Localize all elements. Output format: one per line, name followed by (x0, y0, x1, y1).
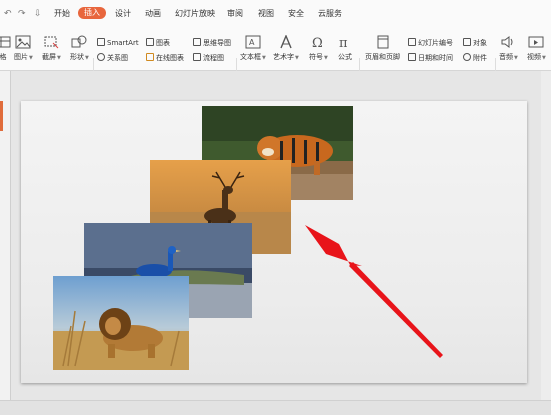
picture-button[interactable]: 图片▼ (14, 35, 33, 62)
mindmap-button[interactable]: 思维导图 (193, 38, 231, 48)
smartart-label: SmartArt (107, 39, 139, 47)
online-chart-label: 在线图表 (156, 54, 184, 62)
menu-design[interactable]: 设计 (115, 8, 131, 19)
menu-insert[interactable]: 插入 (78, 7, 106, 19)
smartart-button[interactable]: SmartArt (97, 38, 139, 48)
relation-chart-label: 关系图 (107, 54, 128, 62)
relation-chart-button[interactable]: 关系图 (97, 53, 128, 63)
textbox-label: 文本框 (240, 53, 261, 61)
flowchart-label: 流程图 (203, 54, 224, 62)
chart-icon (146, 38, 154, 46)
slide-number-label: 幻灯片编号 (418, 39, 453, 47)
symbol-button[interactable]: Ω 符号▼ (309, 35, 328, 62)
paperclip-icon (463, 53, 471, 61)
datetime-button[interactable]: 日期和时间 (408, 53, 453, 63)
header-footer-icon (377, 35, 388, 49)
calendar-icon (408, 53, 416, 61)
attachment-label: 附件 (473, 54, 487, 62)
video-label: 视频 (527, 53, 541, 61)
smartart-icon (97, 38, 105, 46)
slide-number-button[interactable]: 幻灯片编号 (408, 38, 453, 48)
picture-label: 图片 (14, 53, 28, 61)
ribbon-partial-label: 格 (0, 53, 7, 61)
video-icon (528, 36, 544, 48)
status-bar (0, 400, 551, 415)
menu-view[interactable]: 视图 (258, 8, 274, 19)
omega-symbol-icon: Ω (312, 36, 323, 49)
ribbon-toolbar: 格 图片▼ 截屏▼ 形状▼ SmartArt 关系图 图表 在线图表 思维导图 … (0, 26, 551, 92)
textbox-button[interactable]: A 文本框▼ (240, 35, 266, 62)
menu-bar: ↶ ↷ ⇩ 开始 插入 设计 动画 幻灯片放映 审阅 视图 安全 云服务 (0, 0, 551, 26)
lion-photo[interactable] (53, 276, 189, 370)
undo-icon[interactable]: ↶ (4, 9, 12, 19)
online-chart-button[interactable]: 在线图表 (146, 53, 184, 63)
shape-button[interactable]: 形状▼ (70, 35, 89, 62)
formula-label: 公式 (338, 53, 352, 61)
table-icon (0, 36, 11, 48)
flowchart-button[interactable]: 流程图 (193, 53, 224, 63)
flowchart-icon (193, 53, 201, 61)
slide-thumbnail-panel[interactable] (0, 71, 11, 414)
chart-button[interactable]: 图表 (146, 38, 170, 48)
ribbon-partial-item[interactable]: 格 (0, 35, 11, 62)
textbox-icon: A (245, 35, 261, 49)
formula-button[interactable]: π 公式 (337, 35, 353, 62)
wordart-icon (280, 35, 292, 49)
object-label: 对象 (473, 39, 487, 47)
svg-text:A: A (249, 38, 255, 47)
slide-number-icon (408, 38, 416, 46)
menu-security[interactable]: 安全 (288, 8, 304, 19)
wordart-label: 艺术字 (273, 53, 294, 61)
video-button[interactable]: 视频▼ (527, 35, 546, 62)
shape-label: 形状 (70, 53, 84, 61)
menu-animation[interactable]: 动画 (145, 8, 161, 19)
redo-icon[interactable]: ↷ (18, 9, 26, 19)
object-icon (463, 38, 471, 46)
shape-icon (71, 35, 87, 48)
selected-slide-marker (0, 101, 3, 131)
screenshot-icon (44, 36, 59, 49)
mindmap-icon (193, 38, 201, 46)
attachment-button[interactable]: 附件 (463, 53, 487, 63)
object-button[interactable]: 对象 (463, 38, 487, 48)
relation-chart-icon (97, 53, 105, 61)
svg-text:π: π (339, 36, 348, 49)
audio-label: 音频 (499, 53, 513, 61)
chart-label: 图表 (156, 39, 170, 47)
header-footer-label: 页眉和页脚 (365, 53, 400, 61)
header-footer-button[interactable]: 页眉和页脚 (365, 35, 400, 62)
audio-button[interactable]: 音频▼ (499, 35, 518, 62)
menu-cloud[interactable]: 云服务 (318, 8, 342, 19)
online-chart-icon (146, 53, 154, 61)
menu-slideshow[interactable]: 幻灯片放映 (175, 8, 215, 19)
screenshot-button[interactable]: 截屏▼ (42, 35, 61, 62)
symbol-label: 符号 (309, 53, 323, 61)
mindmap-label: 思维导图 (203, 39, 231, 47)
vertical-scrollbar[interactable] (541, 71, 551, 400)
wordart-button[interactable]: 艺术字▼ (273, 35, 299, 62)
speaker-icon (501, 36, 513, 48)
menu-review[interactable]: 审阅 (227, 8, 243, 19)
datetime-label: 日期和时间 (418, 54, 453, 62)
picture-icon (15, 35, 31, 49)
menu-start[interactable]: 开始 (54, 8, 70, 19)
pi-formula-icon: π (339, 36, 348, 49)
svg-text:Ω: Ω (312, 36, 323, 49)
customize-quick-access-icon[interactable]: ⇩ (34, 9, 42, 19)
screenshot-label: 截屏 (42, 53, 56, 61)
